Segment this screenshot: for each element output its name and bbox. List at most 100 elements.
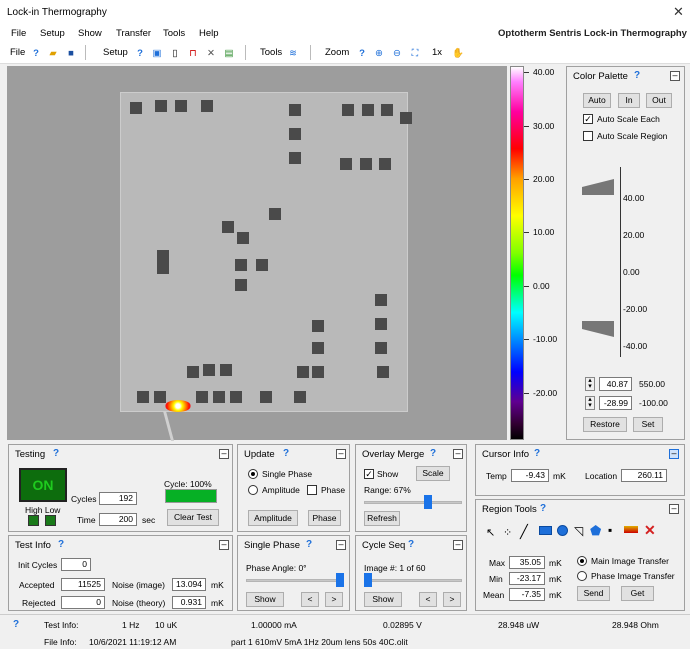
help-icon[interactable]: ? <box>283 448 289 459</box>
zoom-in-icon[interactable]: ⊕ <box>372 47 386 61</box>
phase-checkbox[interactable] <box>307 485 317 495</box>
polyline-tool-icon[interactable]: ◹ <box>574 524 583 538</box>
min-field[interactable]: -23.17 <box>509 572 545 585</box>
on-indicator[interactable]: ON <box>19 468 67 502</box>
minimize-icon[interactable]: – <box>669 449 679 459</box>
phase-slider-thumb[interactable] <box>336 573 344 587</box>
setup-help-icon[interactable]: ? <box>133 47 147 61</box>
ellipse-tool-icon[interactable] <box>557 525 568 536</box>
lower-spinner[interactable]: ▴ ▾ <box>585 396 595 410</box>
region-add-icon[interactable]: ▪ <box>608 523 612 537</box>
cycles-field[interactable]: 192 <box>99 492 137 505</box>
single-phase-radio[interactable] <box>248 469 258 479</box>
minimize-icon[interactable]: – <box>336 449 346 459</box>
out-button[interactable]: Out <box>646 93 672 108</box>
amplitude-radio[interactable] <box>248 485 258 495</box>
menu-show[interactable]: Show <box>78 28 102 39</box>
show-phase-button[interactable]: Show <box>246 592 284 607</box>
menu-transfer[interactable]: Transfer <box>116 28 151 39</box>
show-cycle-button[interactable]: Show <box>364 592 402 607</box>
upper-scale-handle[interactable] <box>582 179 614 195</box>
polygon-tool-icon[interactable]: ⬟ <box>590 523 601 539</box>
minimize-icon[interactable]: – <box>453 449 463 459</box>
help-icon[interactable]: ? <box>540 503 546 514</box>
noise-theory-field[interactable]: 0.931 <box>172 596 206 609</box>
export-icon[interactable]: ▤ <box>222 47 236 61</box>
cycle-slider-track[interactable] <box>364 579 462 582</box>
menu-file[interactable]: File <box>11 28 26 39</box>
close-icon[interactable]: ✕ <box>673 4 684 20</box>
camera-icon[interactable]: ▣ <box>150 47 164 61</box>
delete-region-icon[interactable]: ✕ <box>644 522 656 539</box>
next-cycle-button[interactable]: > <box>443 592 461 607</box>
minimize-icon[interactable]: – <box>336 540 346 550</box>
help-icon[interactable]: ? <box>29 47 43 61</box>
help-icon[interactable]: ? <box>58 539 64 550</box>
rectangle-tool-icon[interactable] <box>539 526 552 535</box>
rejected-field[interactable]: 0 <box>61 596 105 609</box>
thermal-image[interactable] <box>7 66 507 441</box>
help-icon[interactable]: ? <box>408 539 414 550</box>
in-button[interactable]: In <box>618 93 640 108</box>
restore-button[interactable]: Restore <box>583 417 627 432</box>
temp-field[interactable]: -9.43 <box>511 469 549 482</box>
help-icon[interactable]: ? <box>306 539 312 550</box>
range-slider-track[interactable] <box>364 501 462 504</box>
send-button[interactable]: Send <box>577 586 610 601</box>
noise-image-field[interactable]: 13.094 <box>172 578 206 591</box>
zoom-out-icon[interactable]: ⊖ <box>390 47 404 61</box>
region-colorize-icon[interactable] <box>624 526 638 533</box>
prev-cycle-button[interactable]: < <box>419 592 437 607</box>
amplitude-button[interactable]: Amplitude <box>248 510 298 526</box>
phase-slider-track[interactable] <box>246 579 344 582</box>
crosshair-icon[interactable]: ⁘ <box>503 526 512 539</box>
refresh-button[interactable]: Refresh <box>364 511 400 526</box>
lower-scale-handle[interactable] <box>582 321 614 337</box>
location-field[interactable]: 260.11 <box>621 469 667 482</box>
auto-button[interactable]: Auto <box>583 93 611 108</box>
zoom-fit-icon[interactable]: ⛶ <box>408 47 422 61</box>
time-field[interactable]: 200 <box>99 513 137 526</box>
show-overlay-checkbox[interactable]: ✓ <box>364 469 374 479</box>
init-cycles-field[interactable]: 0 <box>61 558 91 571</box>
tools-crossed-icon[interactable]: ✕ <box>204 47 218 61</box>
help-icon[interactable]: ? <box>534 448 540 459</box>
main-transfer-radio[interactable] <box>577 556 587 566</box>
mean-field[interactable]: -7.35 <box>509 588 545 601</box>
open-folder-icon[interactable]: ▰ <box>46 47 60 61</box>
help-icon[interactable]: ? <box>53 448 59 459</box>
upper-spinner[interactable]: ▴ ▾ <box>585 377 595 391</box>
minimize-icon[interactable]: – <box>219 449 229 459</box>
help-icon[interactable]: ? <box>430 448 436 459</box>
upper-value-field[interactable]: 40.87 <box>599 377 632 391</box>
range-slider-thumb[interactable] <box>424 495 433 509</box>
status-help-icon[interactable]: ? <box>13 619 19 630</box>
auto-scale-region-checkbox[interactable] <box>583 131 593 141</box>
menu-tools[interactable]: Tools <box>163 28 185 39</box>
minimize-icon[interactable]: – <box>669 504 679 514</box>
line-tool-icon[interactable]: ╱ <box>520 524 528 540</box>
menu-help[interactable]: Help <box>199 28 219 39</box>
phase-button[interactable]: Phase <box>308 510 341 526</box>
pan-hand-icon[interactable]: ✋ <box>451 47 465 61</box>
waveform-icon[interactable]: ⊓ <box>186 47 200 61</box>
menu-setup[interactable]: Setup <box>40 28 65 39</box>
auto-scale-each-checkbox[interactable]: ✓ <box>583 114 593 124</box>
lower-value-field[interactable]: -28.99 <box>599 396 632 410</box>
cycle-slider-thumb[interactable] <box>364 573 372 587</box>
prev-phase-button[interactable]: < <box>301 592 319 607</box>
get-button[interactable]: Get <box>621 586 654 601</box>
next-phase-button[interactable]: > <box>325 592 343 607</box>
save-icon[interactable]: ■ <box>64 47 78 61</box>
accepted-field[interactable]: 11525 <box>61 578 105 591</box>
max-field[interactable]: 35.05 <box>509 556 545 569</box>
zoom-help-icon[interactable]: ? <box>355 47 369 61</box>
help-icon[interactable]: ? <box>634 70 640 81</box>
scale-button[interactable]: Scale <box>416 466 450 481</box>
thermometer-icon[interactable]: ▯ <box>168 47 182 61</box>
layers-icon[interactable]: ≋ <box>286 47 300 61</box>
set-button[interactable]: Set <box>633 417 663 432</box>
minimize-icon[interactable]: – <box>453 540 463 550</box>
clear-test-button[interactable]: Clear Test <box>167 509 219 526</box>
pointer-icon[interactable]: ↖ <box>486 526 495 539</box>
